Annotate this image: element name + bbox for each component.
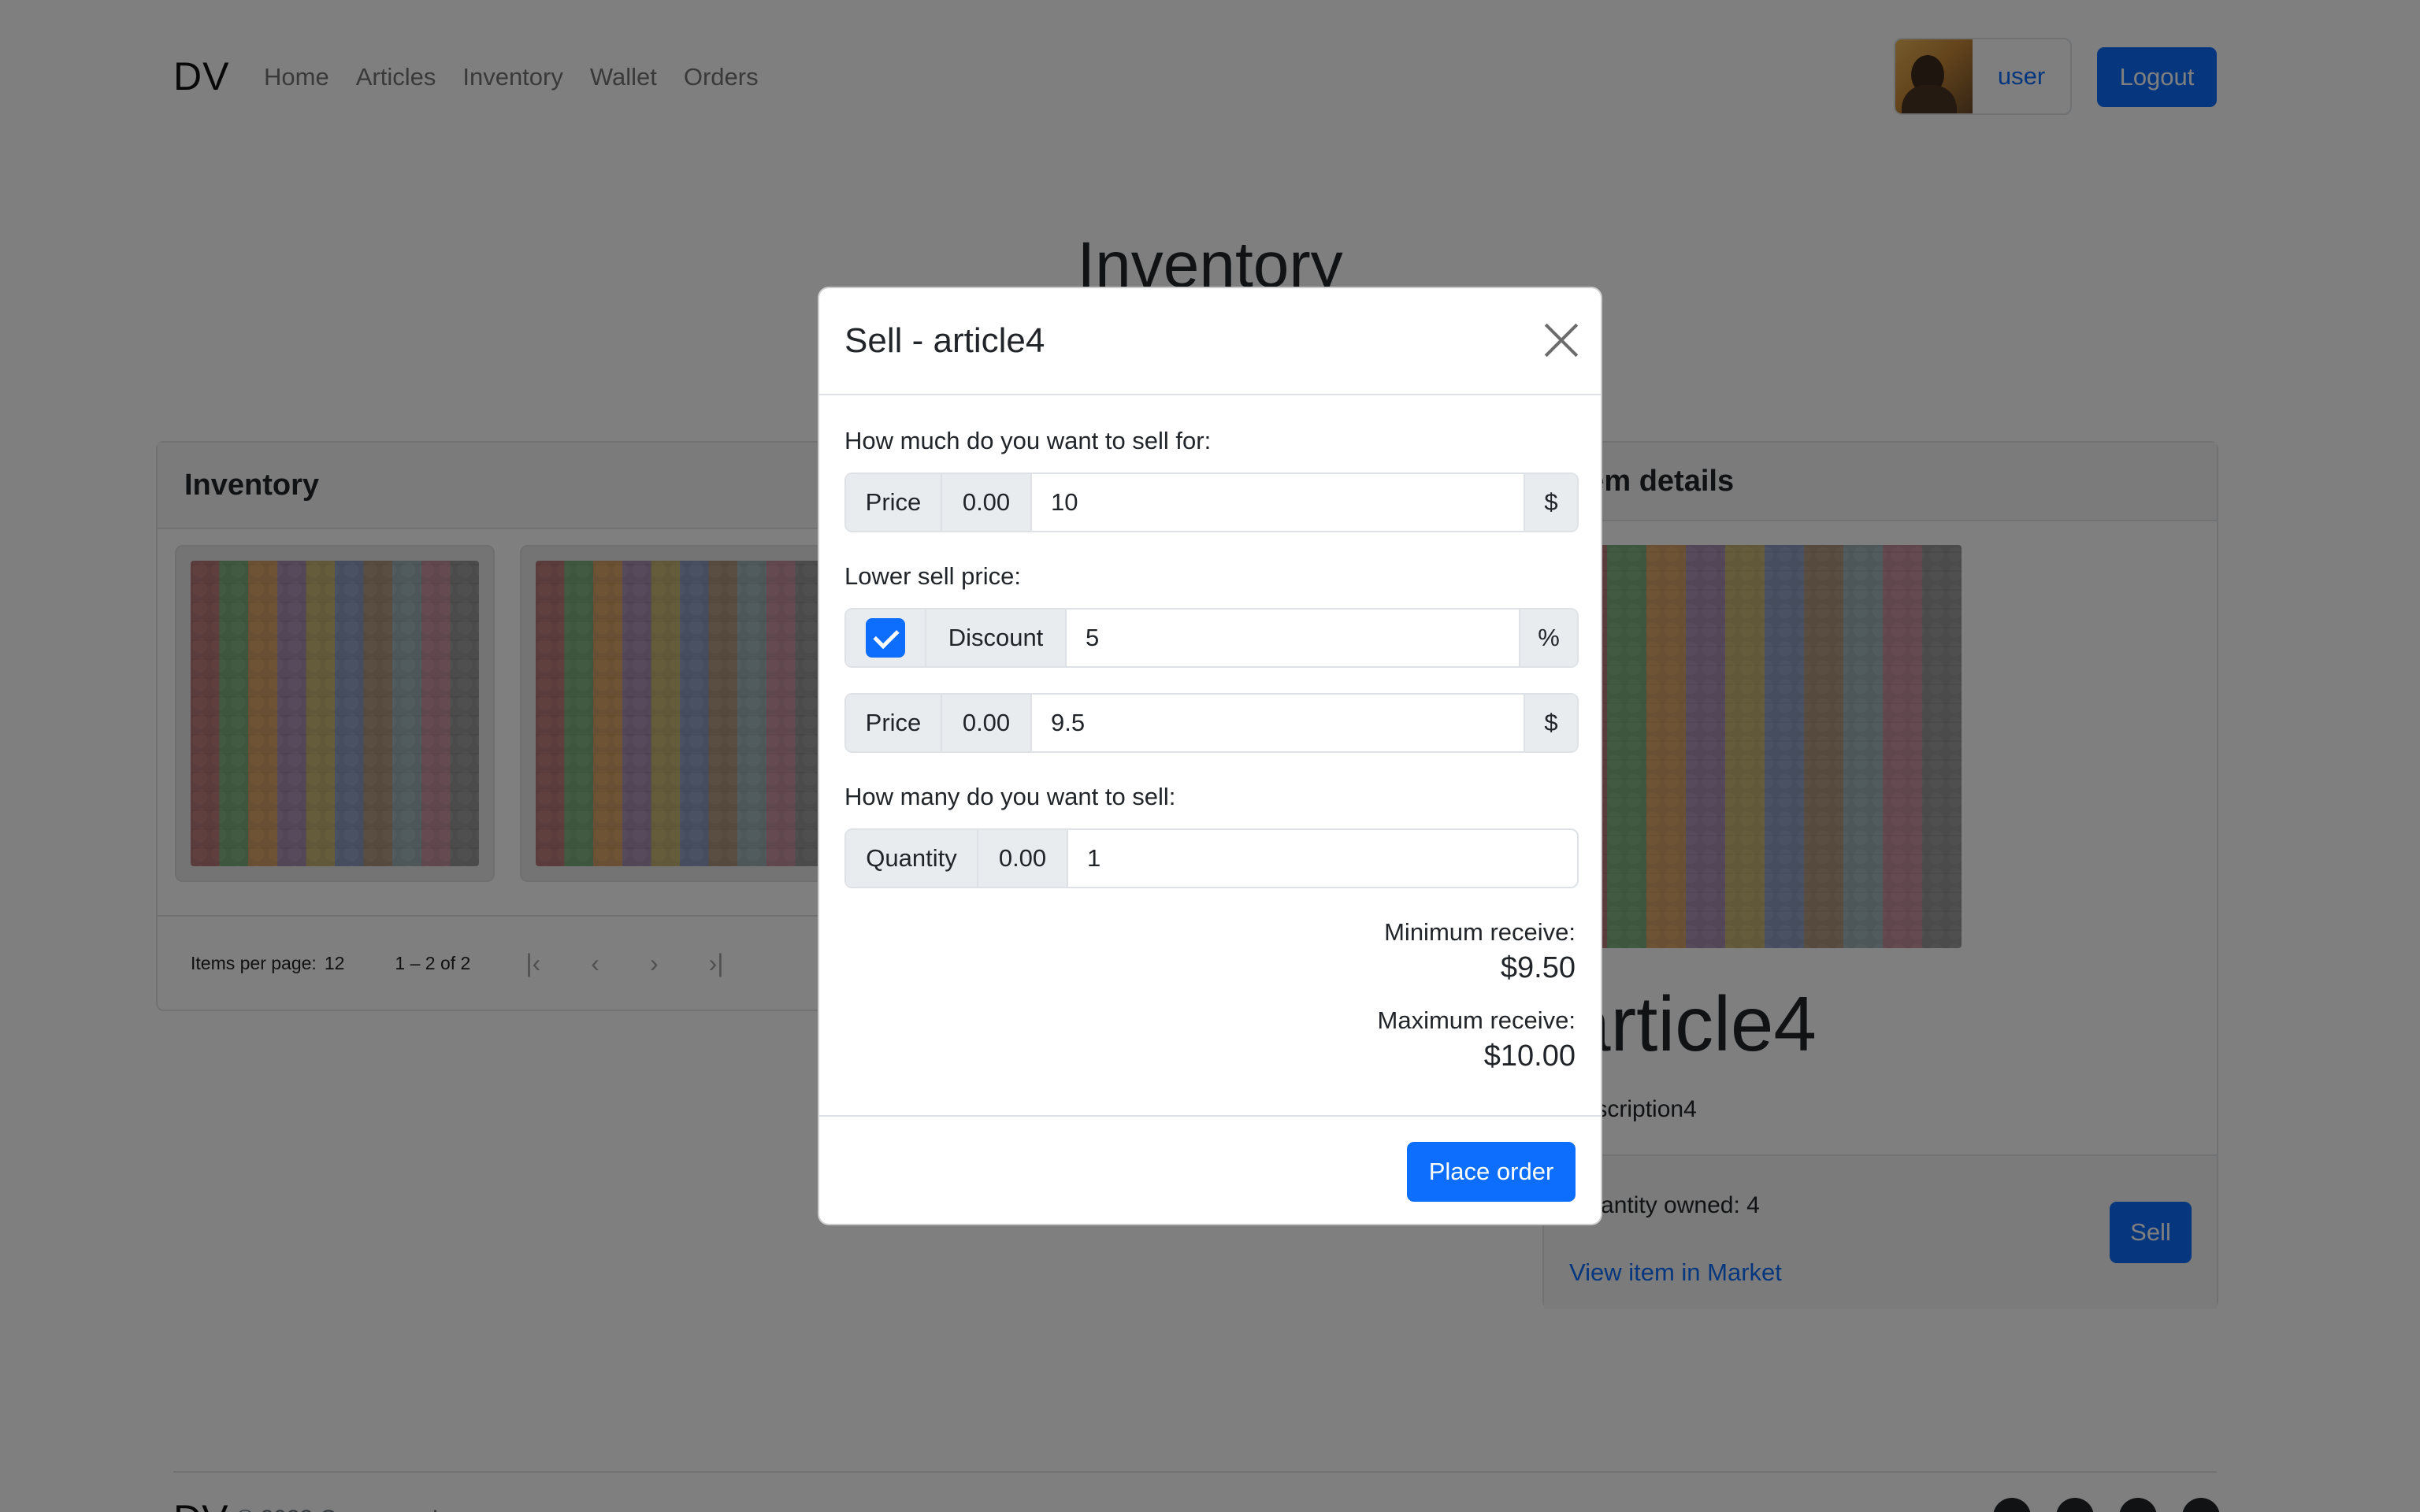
quantity-input[interactable]: 1 xyxy=(1068,830,1577,887)
close-icon[interactable] xyxy=(1544,323,1579,358)
discount-input[interactable]: 5 xyxy=(1067,610,1519,666)
quantity-addon: Quantity xyxy=(846,830,978,887)
quantity-input-group: Quantity 0.00 1 xyxy=(844,828,1579,888)
percent-addon: % xyxy=(1519,610,1577,666)
price-input[interactable]: 10 xyxy=(1032,474,1524,531)
discount-checkbox-wrap xyxy=(846,610,926,666)
lowered-price-input-group: Price 0.00 9.5 $ xyxy=(844,693,1579,753)
app-page: DV Home Articles Inventory Wallet Orders… xyxy=(0,0,2420,1512)
currency-addon: $ xyxy=(1524,695,1577,751)
modal-header: Sell - article4 xyxy=(819,288,1601,395)
lowered-price-addon: Price xyxy=(846,695,942,751)
price-addon: Price xyxy=(846,474,942,531)
price-current-addon: 0.00 xyxy=(942,474,1032,531)
price-question: How much do you want to sell for: xyxy=(844,427,1212,454)
lowered-price-current-addon: 0.00 xyxy=(942,695,1032,751)
minimum-receive-value: $9.50 xyxy=(1500,951,1576,984)
quantity-question: How many do you want to sell: xyxy=(844,783,1176,810)
lower-price-label: Lower sell price: xyxy=(844,562,1021,590)
sell-modal: Sell - article4 How much do you want to … xyxy=(818,287,1602,1225)
price-input-group: Price 0.00 10 $ xyxy=(844,472,1579,532)
discount-input-group: Discount 5 % xyxy=(844,608,1579,668)
maximum-receive-value: $10.00 xyxy=(1483,1040,1576,1073)
discount-addon: Discount xyxy=(926,610,1067,666)
place-order-button[interactable]: Place order xyxy=(1407,1142,1576,1202)
currency-addon: $ xyxy=(1524,474,1577,531)
lowered-price-input[interactable]: 9.5 xyxy=(1032,695,1524,751)
modal-title: Sell - article4 xyxy=(844,321,1045,360)
maximum-receive-label: Maximum receive: xyxy=(1377,1006,1576,1034)
minimum-receive-label: Minimum receive: xyxy=(1384,918,1576,946)
discount-checkbox[interactable] xyxy=(866,618,905,658)
quantity-current-addon: 0.00 xyxy=(978,830,1068,887)
modal-footer: Place order xyxy=(819,1115,1601,1227)
